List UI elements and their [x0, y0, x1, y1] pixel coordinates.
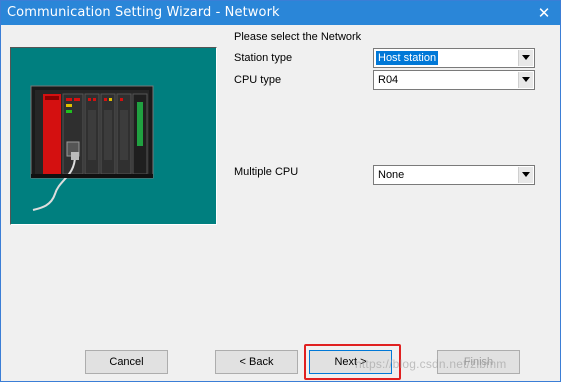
cpu-type-select[interactable]: R04 — [373, 70, 535, 90]
chevron-down-icon[interactable] — [518, 167, 533, 183]
cpu-type-label: CPU type — [234, 74, 282, 86]
station-type-select[interactable]: Host station — [373, 48, 535, 68]
watermark-text: https://blog.csdn.net/zlbmm — [355, 357, 507, 371]
close-icon[interactable]: ✕ — [534, 3, 554, 23]
plc-rack-icon — [30, 85, 154, 211]
form-heading: Please select the Network — [234, 31, 362, 43]
plc-rack-illustration — [10, 47, 217, 225]
multiple-cpu-label: Multiple CPU — [234, 166, 299, 178]
cpu-type-value: R04 — [378, 74, 399, 86]
chevron-down-icon[interactable] — [518, 72, 533, 88]
multiple-cpu-select[interactable]: None — [373, 165, 535, 185]
title-bar: Communication Setting Wizard - Network ✕ — [1, 1, 560, 25]
wizard-window: Communication Setting Wizard - Network ✕ — [0, 0, 561, 382]
cancel-button[interactable]: Cancel — [85, 350, 168, 374]
station-type-value: Host station — [376, 51, 439, 65]
multiple-cpu-value: None — [378, 169, 405, 181]
station-type-label: Station type — [234, 52, 293, 64]
chevron-down-icon[interactable] — [518, 50, 533, 66]
window-title: Communication Setting Wizard - Network — [7, 5, 280, 20]
back-button[interactable]: < Back — [215, 350, 298, 374]
